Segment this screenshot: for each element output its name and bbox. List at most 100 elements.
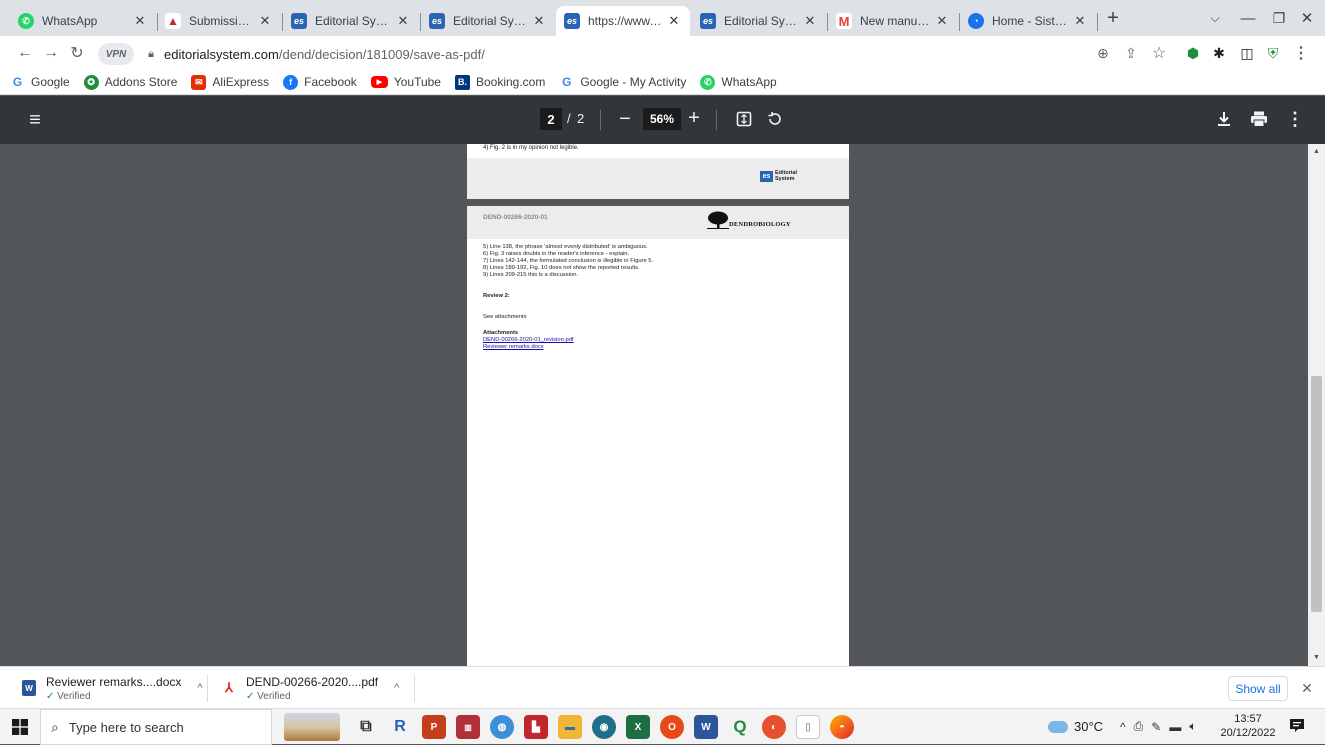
attachment-link[interactable]: Reviewer remarks.docx bbox=[483, 344, 544, 350]
close-shelf-icon[interactable]: ✕ bbox=[1298, 679, 1316, 697]
pen-icon[interactable]: ✎ bbox=[1151, 720, 1161, 734]
bookmark-addons-store[interactable]: ✪ Addons Store bbox=[83, 74, 177, 90]
side-panel-icon[interactable]: ◫ bbox=[1236, 42, 1258, 64]
show-all-button[interactable]: Show all bbox=[1228, 676, 1288, 701]
system-tray: ^ ⎙ ✎ ▬ 🔈︎ bbox=[1120, 719, 1205, 734]
attachment-link[interactable]: DEND-00266-2020-01_revision.pdf bbox=[483, 337, 574, 343]
document-app-icon[interactable]: ▯ bbox=[796, 715, 820, 739]
q-app-icon[interactable]: Q bbox=[728, 715, 752, 739]
download-status-text: Verified bbox=[257, 690, 291, 702]
window-close-icon[interactable]: ✕ bbox=[1295, 8, 1319, 28]
tab-whatsapp[interactable]: ✆ WhatsApp ✕ bbox=[10, 6, 156, 36]
forward-icon[interactable]: → bbox=[40, 42, 62, 64]
tab-new-manuscript[interactable]: M New manuscript ✕ bbox=[828, 6, 958, 36]
volume-icon[interactable]: 🔈︎ bbox=[1189, 719, 1196, 734]
security-shield-icon[interactable]: ⛨ bbox=[1262, 42, 1284, 64]
minimize-icon[interactable]: — bbox=[1236, 8, 1260, 28]
extension-shield-icon[interactable]: ⬢ bbox=[1182, 42, 1204, 64]
fit-to-page-icon[interactable] bbox=[733, 108, 755, 130]
scroll-down-arrow-icon[interactable]: ▼ bbox=[1311, 652, 1322, 662]
tab-active-pdf[interactable]: es https://www.editc ✕ bbox=[556, 6, 690, 36]
system-clock[interactable]: 13:57 20/12/2022 bbox=[1218, 712, 1278, 740]
bookmark-aliexpress[interactable]: ✉ AliExpress bbox=[191, 74, 269, 90]
reload-icon[interactable]: ↻ bbox=[66, 42, 88, 64]
chevron-up-icon[interactable]: ^ bbox=[394, 682, 399, 694]
editorial-system-icon: es bbox=[564, 13, 580, 29]
bookmark-facebook[interactable]: f Facebook bbox=[283, 74, 357, 90]
tab-editorial-system-1[interactable]: es Editorial System ✕ bbox=[283, 6, 419, 36]
pdf-viewport[interactable]: 4) Fig. 2 is in my opinion not legible. … bbox=[0, 144, 1308, 666]
tab-home-sistem[interactable]: ◔ Home - Sistem Pe ✕ bbox=[960, 6, 1096, 36]
chart-app-icon[interactable]: ▙ bbox=[524, 715, 548, 739]
search-placeholder: Type here to search bbox=[68, 719, 184, 735]
chevron-up-icon[interactable]: ^ bbox=[197, 682, 202, 694]
bookmark-youtube[interactable]: ▶ YouTube bbox=[370, 75, 441, 89]
scroll-up-arrow-icon[interactable]: ▲ bbox=[1311, 146, 1322, 156]
meet-icon[interactable]: ⎙ bbox=[1134, 719, 1144, 734]
close-tab-icon[interactable]: ✕ bbox=[132, 13, 148, 29]
zoom-out-icon[interactable]: − bbox=[614, 107, 636, 131]
download-item[interactable]: W Reviewer remarks....docx ✓ Verified ^ bbox=[10, 667, 204, 709]
close-tab-icon[interactable]: ✕ bbox=[934, 13, 950, 29]
notification-icon[interactable] bbox=[1289, 718, 1305, 734]
zoom-in-icon[interactable]: + bbox=[683, 106, 705, 130]
file-explorer-icon[interactable]: ▬ bbox=[558, 715, 582, 739]
vertical-scrollbar[interactable]: ▲ ▼ bbox=[1308, 144, 1325, 666]
pdf-more-options-icon[interactable]: ⋮ bbox=[1284, 108, 1306, 130]
close-tab-icon[interactable]: ✕ bbox=[531, 13, 547, 29]
tab-submissions[interactable]: ▲ Submissions ✕ bbox=[157, 6, 281, 36]
chevron-up-icon[interactable]: ^ bbox=[1120, 720, 1126, 734]
close-tab-icon[interactable]: ✕ bbox=[802, 13, 818, 29]
word-icon[interactable]: W bbox=[694, 715, 718, 739]
firefox-icon[interactable]: ◓ bbox=[830, 715, 854, 739]
close-tab-icon[interactable]: ✕ bbox=[666, 13, 682, 29]
weather-widget[interactable]: 30°C bbox=[1048, 719, 1103, 734]
close-tab-icon[interactable]: ✕ bbox=[1072, 13, 1088, 29]
page-number-input[interactable]: 2 bbox=[540, 108, 562, 130]
bookmark-whatsapp[interactable]: ✆ WhatsApp bbox=[700, 74, 777, 90]
download-item[interactable]: ⅄ DEND-00266-2020....pdf ✓ Verified ^ bbox=[210, 667, 404, 709]
bookmark-google-activity[interactable]: G Google - My Activity bbox=[559, 74, 686, 90]
extensions-puzzle-icon[interactable]: ✱ bbox=[1208, 42, 1230, 64]
scrollbar-thumb[interactable] bbox=[1311, 376, 1322, 612]
tab-editorial-system-3[interactable]: es Editorial System ✕ bbox=[692, 6, 826, 36]
opera-icon[interactable]: O bbox=[660, 715, 684, 739]
search-app-icon[interactable]: ◉ bbox=[592, 715, 616, 739]
address-bar[interactable]: VPN 🔒︎ editorialsystem.com /dend/decisio… bbox=[98, 40, 1078, 68]
zoom-level-input[interactable]: 56% bbox=[643, 108, 681, 130]
rotate-icon[interactable] bbox=[764, 108, 786, 130]
bookmark-booking[interactable]: B. Booking.com bbox=[454, 74, 545, 90]
excel-icon[interactable]: X bbox=[626, 715, 650, 739]
tab-editorial-system-2[interactable]: es Editorial System ✕ bbox=[421, 6, 555, 36]
close-tab-icon[interactable]: ✕ bbox=[257, 13, 273, 29]
pdf-menu-icon[interactable]: ≡ bbox=[24, 109, 46, 131]
zoom-icon[interactable]: ⊕ bbox=[1092, 42, 1114, 64]
windows-start-icon[interactable] bbox=[10, 717, 30, 737]
download-filename: Reviewer remarks....docx bbox=[46, 674, 182, 689]
tab-title: https://www.editc bbox=[588, 14, 662, 28]
pdf-toolbar: ≡ 2 / 2 − 56% + ⋮ bbox=[0, 96, 1325, 144]
r-app-icon[interactable]: R bbox=[388, 715, 412, 739]
news-widget-icon[interactable] bbox=[284, 713, 340, 741]
network-icon[interactable]: ▬ bbox=[1169, 720, 1181, 734]
powerpoint-icon[interactable]: P bbox=[422, 715, 446, 739]
spss-icon[interactable]: ▥ bbox=[456, 715, 480, 739]
lock-icon[interactable]: 🔒︎ bbox=[142, 48, 160, 61]
globe-app-icon[interactable]: ◍ bbox=[490, 715, 514, 739]
task-view-icon[interactable]: ⧉ bbox=[354, 715, 378, 739]
restore-icon[interactable]: ❐ bbox=[1267, 8, 1291, 28]
vpn-icon[interactable]: VPN bbox=[98, 43, 134, 65]
tab-search-icon[interactable]: ⌵ bbox=[1203, 8, 1227, 28]
taskbar-search-box[interactable]: ⌕ Type here to search bbox=[40, 709, 272, 745]
back-icon[interactable]: ← bbox=[14, 42, 36, 64]
bookmark-google[interactable]: G Google bbox=[10, 74, 70, 90]
new-tab-icon[interactable]: + bbox=[1101, 7, 1125, 29]
download-icon[interactable] bbox=[1213, 108, 1235, 130]
share-icon[interactable]: ⇪ bbox=[1120, 42, 1142, 64]
print-icon[interactable] bbox=[1248, 108, 1270, 130]
app-icon[interactable]: ◐ bbox=[762, 715, 786, 739]
browser-menu-icon[interactable]: ⋮ bbox=[1290, 42, 1312, 64]
bookmark-star-icon[interactable]: ☆ bbox=[1148, 42, 1170, 64]
close-tab-icon[interactable]: ✕ bbox=[395, 13, 411, 29]
bookmark-label: YouTube bbox=[393, 75, 441, 89]
